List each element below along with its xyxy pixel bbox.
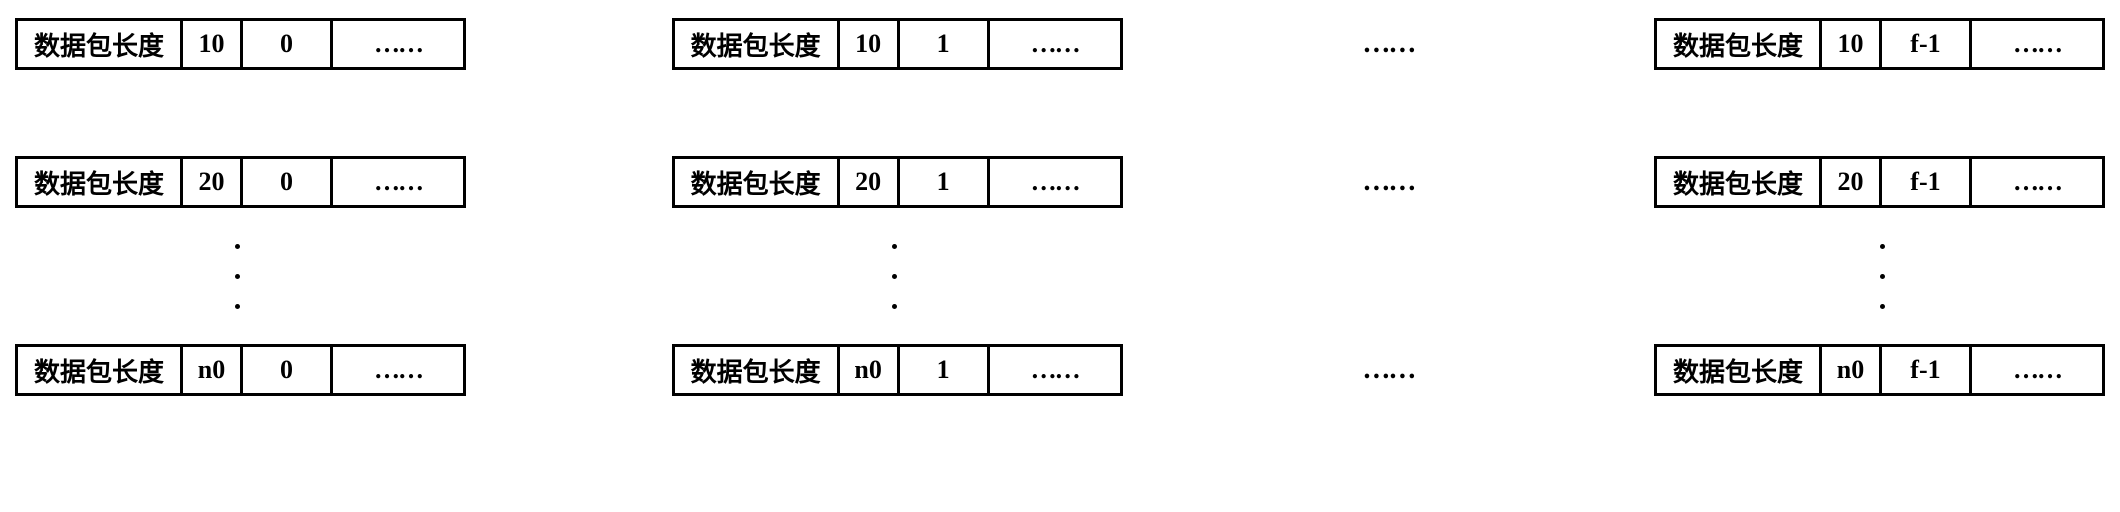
field-label: 数据包长度 — [18, 159, 183, 205]
vertical-ellipsis — [892, 221, 897, 331]
packet-grid-diagram: 数据包长度 10 0 …… 数据包长度 10 1 …… …… 数据包长度 10 … — [0, 0, 2120, 512]
column-ellipsis: …… — [1328, 354, 1448, 386]
packet-3-3: 数据包长度 n0 f-1 …… — [1654, 344, 2105, 396]
field-id: 10 — [183, 21, 243, 67]
packet-1-3: 数据包长度 10 f-1 …… — [1654, 18, 2105, 70]
field-seq: 0 — [243, 347, 333, 393]
vertical-ellipsis — [1880, 221, 1885, 331]
field-id: n0 — [840, 347, 900, 393]
packet-3-2: 数据包长度 n0 1 …… — [672, 344, 1123, 396]
row-3: 数据包长度 n0 0 …… 数据包长度 n0 1 …… …… 数据包长度 n0 … — [15, 341, 2105, 399]
packet-3-1: 数据包长度 n0 0 …… — [15, 344, 466, 396]
field-seq: 0 — [243, 21, 333, 67]
field-more: …… — [333, 21, 463, 67]
field-label: 数据包长度 — [18, 347, 183, 393]
field-id: 20 — [183, 159, 243, 205]
field-more: …… — [1972, 159, 2102, 205]
field-id: n0 — [183, 347, 243, 393]
field-id: n0 — [1822, 347, 1882, 393]
column-ellipsis: …… — [1328, 28, 1448, 60]
field-seq: 1 — [900, 159, 990, 205]
field-label: 数据包长度 — [1657, 21, 1822, 67]
field-id: 20 — [1822, 159, 1882, 205]
field-seq: f-1 — [1882, 347, 1972, 393]
field-seq: f-1 — [1882, 21, 1972, 67]
row-1: 数据包长度 10 0 …… 数据包长度 10 1 …… …… 数据包长度 10 … — [15, 15, 2105, 73]
field-id: 10 — [840, 21, 900, 67]
field-seq: 1 — [900, 347, 990, 393]
field-more: …… — [990, 347, 1120, 393]
field-label: 数据包长度 — [1657, 347, 1822, 393]
field-more: …… — [1972, 21, 2102, 67]
field-more: …… — [333, 347, 463, 393]
vertical-ellipsis — [235, 221, 240, 331]
packet-1-1: 数据包长度 10 0 …… — [15, 18, 466, 70]
field-seq: f-1 — [1882, 159, 1972, 205]
field-more: …… — [990, 159, 1120, 205]
field-more: …… — [1972, 347, 2102, 393]
field-seq: 1 — [900, 21, 990, 67]
packet-2-1: 数据包长度 20 0 …… — [15, 156, 466, 208]
field-id: 10 — [1822, 21, 1882, 67]
field-label: 数据包长度 — [675, 347, 840, 393]
field-label: 数据包长度 — [675, 21, 840, 67]
row-2: 数据包长度 20 0 …… 数据包长度 20 1 …… …… 数据包长度 20 … — [15, 153, 2105, 211]
column-ellipsis: …… — [1328, 166, 1448, 198]
field-label: 数据包长度 — [1657, 159, 1822, 205]
field-label: 数据包长度 — [18, 21, 183, 67]
row-ellipsis — [15, 211, 2105, 341]
packet-2-3: 数据包长度 20 f-1 …… — [1654, 156, 2105, 208]
field-more: …… — [990, 21, 1120, 67]
field-id: 20 — [840, 159, 900, 205]
packet-1-2: 数据包长度 10 1 …… — [672, 18, 1123, 70]
field-label: 数据包长度 — [675, 159, 840, 205]
packet-2-2: 数据包长度 20 1 …… — [672, 156, 1123, 208]
field-more: …… — [333, 159, 463, 205]
field-seq: 0 — [243, 159, 333, 205]
